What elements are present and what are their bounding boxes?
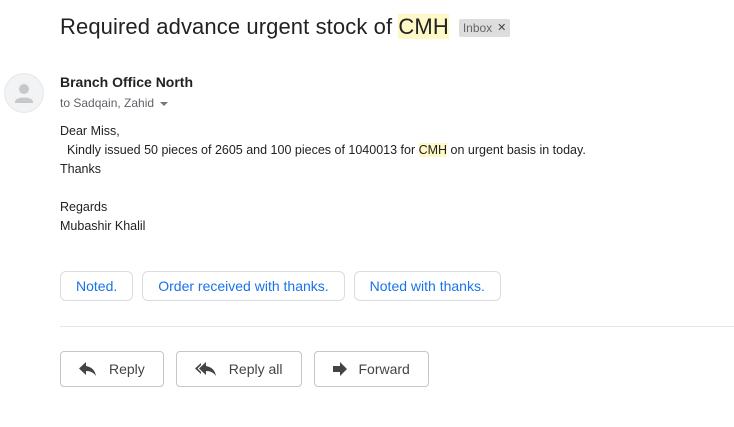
smart-reply-noted[interactable]: Noted. bbox=[60, 271, 134, 301]
sender-avatar[interactable] bbox=[4, 73, 44, 113]
close-icon[interactable]: ✕ bbox=[497, 21, 506, 34]
body-signature: Mubashir Khalil bbox=[60, 219, 146, 233]
subject-text: Required advance urgent stock of bbox=[60, 14, 399, 39]
forward-arrow-icon bbox=[332, 362, 347, 376]
smart-reply-noted-with-thanks[interactable]: Noted with thanks. bbox=[353, 271, 501, 301]
recipients-line: to Sadqain, Zahid bbox=[60, 96, 169, 110]
reply-actions: Reply Reply all Forward bbox=[60, 351, 429, 387]
forward-button[interactable]: Forward bbox=[313, 351, 429, 387]
smart-reply-order-received[interactable]: Order received with thanks. bbox=[142, 271, 345, 301]
smart-reply-bar: Noted. Order received with thanks. Noted… bbox=[60, 271, 501, 301]
email-subject: Required advance urgent stock of CMH bbox=[60, 14, 449, 40]
divider bbox=[60, 326, 734, 327]
reply-all-label: Reply all bbox=[228, 361, 283, 377]
chevron-down-icon[interactable] bbox=[160, 102, 169, 106]
inbox-label-chip[interactable]: Inbox ✕ bbox=[458, 19, 511, 37]
person-icon bbox=[15, 84, 33, 103]
body-regards: Regards bbox=[60, 200, 108, 214]
body-thanks: Thanks bbox=[60, 162, 101, 176]
body-greeting: Dear Miss, bbox=[60, 124, 120, 138]
reply-label: Reply bbox=[109, 361, 145, 377]
reply-all-button[interactable]: Reply all bbox=[175, 351, 302, 387]
email-body: Dear Miss, Kindly issued 50 pieces of 26… bbox=[60, 122, 586, 236]
forward-label: Forward bbox=[358, 361, 410, 377]
email-subject-row: Required advance urgent stock of CMH Inb… bbox=[60, 14, 511, 40]
recipients-text: to Sadqain, Zahid bbox=[60, 96, 155, 110]
body-request-line: Kindly issued 50 pieces of 2605 and 100 … bbox=[60, 141, 586, 160]
reply-button[interactable]: Reply bbox=[60, 351, 164, 387]
inbox-label-text: Inbox bbox=[462, 20, 493, 35]
reply-arrow-icon bbox=[79, 362, 97, 376]
reply-all-arrow-icon bbox=[194, 362, 217, 376]
sender-name[interactable]: Branch Office North bbox=[60, 74, 193, 90]
subject-highlight: CMH bbox=[398, 14, 449, 39]
body-highlight: CMH bbox=[418, 143, 448, 157]
body-request-text: Kindly issued 50 pieces of 2605 and 100 … bbox=[60, 143, 419, 157]
body-request-tail: on urgent basis in today. bbox=[447, 143, 586, 157]
